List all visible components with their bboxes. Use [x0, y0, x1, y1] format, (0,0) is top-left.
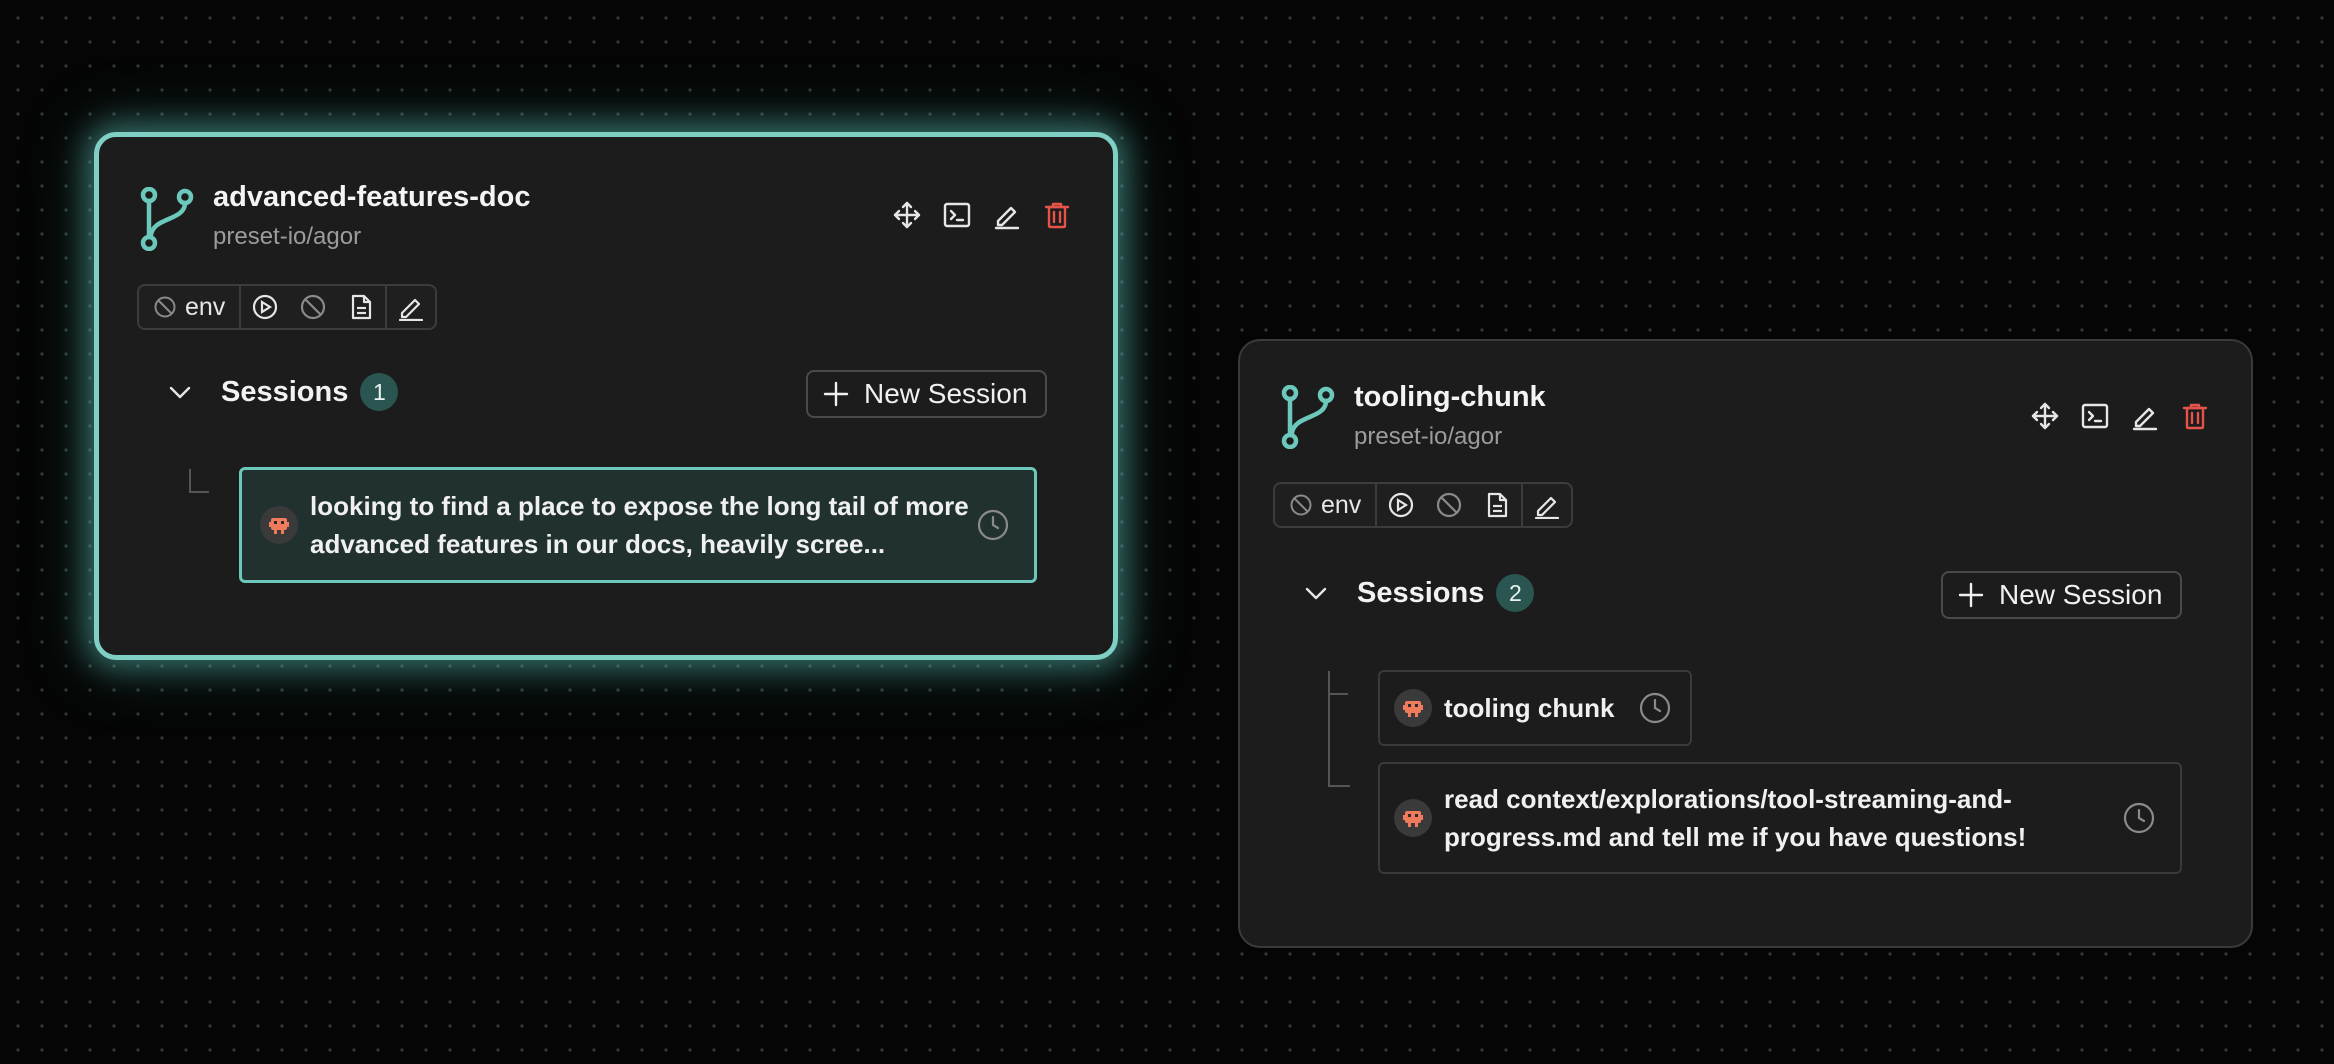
sessions-label: Sessions [1357, 576, 1485, 609]
agent-avatar [260, 506, 298, 544]
session-item[interactable]: read context/explorations/tool-streaming… [1378, 762, 2182, 874]
env-label: env [1321, 490, 1362, 519]
move-icon[interactable] [2029, 400, 2061, 432]
card-actions [891, 199, 1073, 231]
worktree-card-tooling-chunk[interactable]: tooling-chunk preset-io/agor env Session… [1238, 339, 2253, 948]
card-repo: preset-io/agor [213, 223, 362, 250]
terminal-icon[interactable] [2079, 400, 2111, 432]
session-prompt: read context/explorations/tool-streaming… [1444, 784, 2027, 852]
clock-icon [2123, 802, 2155, 834]
stop-icon[interactable] [1425, 484, 1473, 526]
env-toolbar: env [1273, 482, 1574, 528]
robot-icon [269, 518, 289, 534]
tree-connector-tick [1328, 693, 1348, 695]
agent-avatar [1394, 689, 1432, 727]
stop-icon[interactable] [289, 286, 337, 328]
chevron-down-icon[interactable] [167, 379, 193, 405]
session-prompt: looking to find a place to expose the lo… [310, 491, 969, 559]
new-session-button[interactable]: New Session [1941, 571, 2183, 619]
sessions-header: Sessions 2 [1303, 574, 1535, 612]
card-actions [2029, 400, 2211, 432]
plus-icon [1958, 582, 1984, 608]
edit-env-icon[interactable] [1521, 484, 1571, 526]
clock-icon [1639, 692, 1671, 724]
new-session-label: New Session [864, 378, 1028, 409]
edit-env-icon[interactable] [385, 286, 435, 328]
card-title: advanced-features-doc [213, 181, 531, 213]
trash-icon[interactable] [1041, 199, 1073, 231]
sessions-count-badge: 1 [360, 373, 399, 411]
session-prompt: tooling chunk [1444, 693, 1615, 723]
terminal-icon[interactable] [941, 199, 973, 231]
play-icon[interactable] [241, 286, 289, 328]
tree-connector [1328, 671, 1350, 787]
agent-avatar [1394, 799, 1432, 837]
env-label: env [185, 292, 226, 321]
env-status[interactable]: env [1275, 484, 1378, 526]
clock-icon [977, 509, 1009, 541]
card-repo: preset-io/agor [1354, 423, 1503, 450]
sessions-label: Sessions [221, 375, 349, 408]
session-item[interactable]: tooling chunk [1378, 670, 1692, 746]
new-session-label: New Session [1999, 579, 2163, 610]
edit-icon[interactable] [2129, 400, 2161, 432]
play-icon[interactable] [1377, 484, 1425, 526]
edit-icon[interactable] [991, 199, 1023, 231]
chevron-down-icon[interactable] [1303, 580, 1329, 606]
git-branch-icon [1281, 385, 1335, 449]
worktree-card-advanced-features-doc[interactable]: advanced-features-doc preset-io/agor env… [94, 132, 1118, 660]
file-icon[interactable] [1473, 484, 1521, 526]
git-branch-icon [140, 187, 194, 251]
session-item[interactable]: looking to find a place to expose the lo… [239, 467, 1037, 583]
ban-icon [1290, 494, 1312, 516]
move-icon[interactable] [891, 199, 923, 231]
file-icon[interactable] [337, 286, 385, 328]
trash-icon[interactable] [2179, 400, 2211, 432]
sessions-header: Sessions 1 [167, 373, 399, 411]
sessions-count-badge: 2 [1496, 574, 1535, 612]
robot-icon [1403, 701, 1423, 717]
env-toolbar: env [137, 284, 438, 330]
plus-icon [823, 381, 849, 407]
tree-connector [189, 469, 209, 493]
env-status[interactable]: env [139, 286, 242, 328]
ban-icon [154, 296, 176, 318]
robot-icon [1403, 811, 1423, 827]
new-session-button[interactable]: New Session [806, 370, 1048, 418]
card-title: tooling-chunk [1354, 381, 1546, 413]
